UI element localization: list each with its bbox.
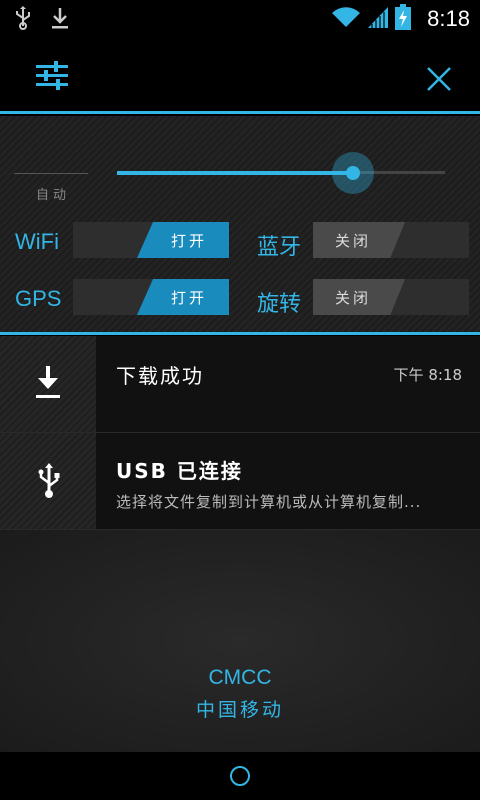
navigation-bar: [0, 752, 480, 800]
battery-charging-icon: [395, 4, 412, 34]
wifi-toggle[interactable]: 打开: [73, 222, 229, 258]
notification-text: 选择将文件复制到计算机或从计算机复制...: [116, 493, 422, 511]
notification-icon-box: [0, 433, 96, 529]
carrier-name: CMCC: [208, 666, 272, 689]
notification-usb[interactable]: USB 已连接 选择将文件复制到计算机或从计算机复制...: [0, 433, 480, 529]
settings-sliders-icon[interactable]: [36, 60, 68, 96]
close-icon[interactable]: [426, 66, 452, 96]
rotate-toggle-state: 关闭: [335, 289, 372, 307]
home-icon[interactable]: [230, 766, 250, 786]
gps-label: GPS: [15, 286, 62, 311]
signal-icon: [367, 5, 389, 33]
status-bar: 8:18: [0, 0, 480, 38]
notification-download[interactable]: 下载成功 下午 8:18: [0, 336, 480, 432]
auto-brightness-label[interactable]: 自动: [36, 184, 70, 203]
quick-settings-divider: [0, 332, 480, 335]
notification-title: 下载成功: [116, 364, 204, 388]
rotate-label: 旋转: [257, 291, 302, 316]
brightness-slider-thumb[interactable]: [332, 152, 375, 194]
gps-toggle-state: 打开: [171, 289, 208, 307]
brightness-fill: [117, 171, 354, 175]
wifi-toggle-state: 打开: [171, 232, 208, 250]
wifi-label: WiFi: [15, 229, 59, 254]
auto-brightness-line: [14, 173, 88, 174]
header-divider: [0, 111, 480, 114]
wifi-icon: [331, 5, 361, 33]
usb-icon: [38, 463, 60, 503]
usb-icon: [14, 6, 32, 34]
download-icon: [36, 366, 60, 404]
notification-header: [0, 38, 480, 113]
bluetooth-toggle-state: 关闭: [335, 232, 372, 250]
carrier-name-local: 中国移动: [195, 699, 284, 721]
rotate-toggle[interactable]: 关闭: [313, 279, 469, 315]
notification-time: 下午 8:18: [393, 366, 462, 384]
bluetooth-label: 蓝牙: [257, 234, 302, 259]
notification-title: USB 已连接: [116, 459, 243, 483]
notification-icon-box: [0, 336, 96, 432]
gps-toggle[interactable]: 打开: [73, 279, 229, 315]
clock: 8:18: [427, 6, 470, 31]
bluetooth-toggle[interactable]: 关闭: [313, 222, 469, 258]
download-icon: [50, 6, 70, 34]
